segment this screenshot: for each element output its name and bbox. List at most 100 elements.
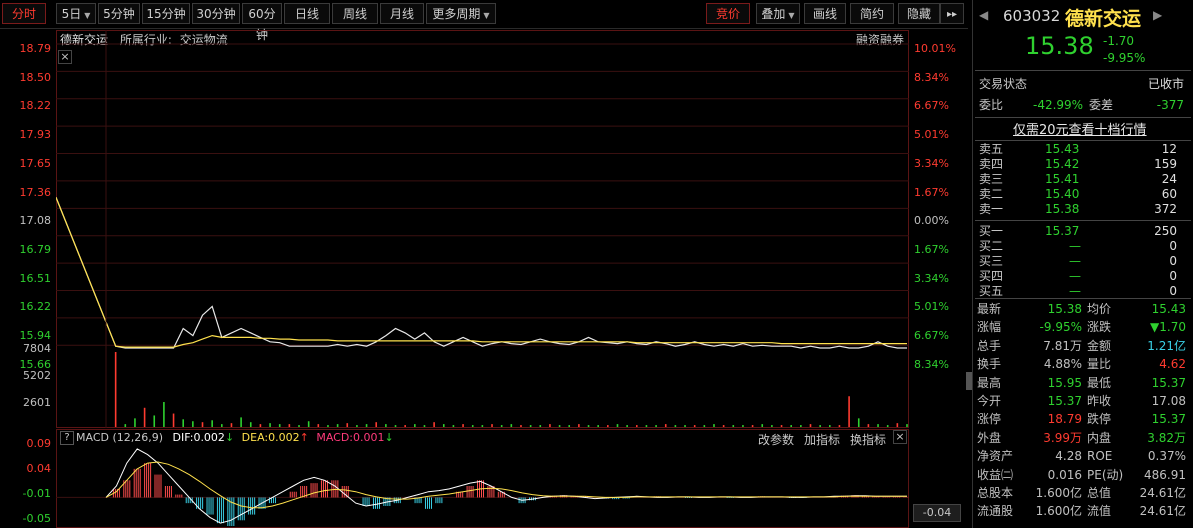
pct-tick-label: 1.67% <box>914 185 949 199</box>
volume-bar <box>423 425 426 427</box>
orderbook-price: — <box>1069 239 1081 253</box>
more-periods-dropdown[interactable]: 更多周期 ▼ <box>426 3 496 24</box>
button-label: 叠加 <box>761 7 786 21</box>
price-tick-label: 16.79 <box>19 242 52 256</box>
stat-label: 总手 <box>977 338 1002 353</box>
volume-bar <box>732 425 735 427</box>
orderbook-row[interactable]: 卖二 15.40 60 <box>977 187 1191 202</box>
volume-bar <box>249 422 252 427</box>
macd-tick-label: -0.01 <box>22 487 51 500</box>
orderbook-price: 15.41 <box>1045 172 1080 186</box>
price-tick-label: 18.22 <box>19 99 52 113</box>
volume-bar <box>549 424 551 427</box>
tab-5day[interactable]: 5日 ▼ <box>56 3 96 24</box>
volume-bar <box>838 425 841 427</box>
orderbook-level: 买四 <box>979 269 1004 283</box>
tab-5min[interactable]: 5分钟 <box>98 3 140 24</box>
stat-label: 收益㈡ <box>977 467 1014 482</box>
orderbook-row[interactable]: 买一 15.37 250 <box>977 224 1191 239</box>
tab-label: 月线 <box>389 7 414 21</box>
orderbook-row[interactable]: 买三 — 0 <box>977 254 1191 269</box>
price-line <box>56 197 907 349</box>
draw-line-button[interactable]: 画线 <box>804 3 846 24</box>
pct-tick-label: 3.34% <box>914 271 949 285</box>
stat-label: 流值 <box>1087 504 1112 519</box>
next-stock-icon[interactable]: ▶ <box>1153 8 1162 22</box>
overlay-dropdown[interactable]: 叠加 ▼ <box>756 3 800 24</box>
volume-bar <box>819 425 821 427</box>
auction-button[interactable]: 竞价 <box>706 3 750 24</box>
tab-15min[interactable]: 15分钟 <box>142 3 190 24</box>
stat-label: 内盘 <box>1087 430 1112 445</box>
orderbook-price: — <box>1069 284 1081 298</box>
orderbook-row[interactable]: 卖一 15.38 372 <box>977 202 1191 217</box>
volume-bar <box>742 425 744 427</box>
pct-tick-label: 8.34% <box>914 357 949 371</box>
volume-bar <box>394 425 397 427</box>
volume-bar <box>356 425 358 427</box>
price-tick-label: 17.36 <box>19 185 52 199</box>
volume-bar <box>529 425 532 427</box>
volume-bar <box>587 425 590 427</box>
volume-bar <box>192 421 194 427</box>
volume-bar <box>578 424 580 427</box>
macd-chart[interactable] <box>56 444 909 528</box>
tab-label: 更多周期 <box>432 7 481 21</box>
expand-arrows-icon[interactable]: ▸▸ <box>940 3 964 24</box>
volume-bar <box>298 425 300 427</box>
prev-stock-icon[interactable]: ◀ <box>979 8 988 22</box>
volume-bar <box>645 425 648 427</box>
stats-row: 涨停 18.79 跌停 15.37 <box>973 410 1193 428</box>
volume-bar <box>124 424 127 427</box>
wc-value: -377 <box>1156 98 1184 112</box>
close-icon[interactable]: × <box>893 430 907 444</box>
hide-button[interactable]: 隐藏 <box>898 3 940 24</box>
volume-bar <box>539 425 542 427</box>
orderbook-row[interactable]: 卖三 15.41 24 <box>977 172 1191 187</box>
price-volume-chart[interactable] <box>56 30 909 428</box>
stat-label: 跌停 <box>1087 412 1112 427</box>
macd-title: MACD (12,26,9) <box>76 431 164 444</box>
tab-daily[interactable]: 日线 <box>284 3 330 24</box>
stat-label: 最新 <box>977 302 1002 316</box>
tab-30min[interactable]: 30分钟 <box>192 3 240 24</box>
volume-bar <box>230 423 233 427</box>
arrows-glyph: ▸▸ <box>946 9 958 20</box>
orderbook-volume: 12 <box>1161 142 1177 156</box>
orderbook-row[interactable]: 买二 — 0 <box>977 239 1191 254</box>
orderbook-volume: 0 <box>1169 254 1177 268</box>
orderbook-row[interactable]: 卖四 15.42 159 <box>977 157 1191 172</box>
tab-monthly[interactable]: 月线 <box>380 3 424 24</box>
volume-bar <box>655 425 657 427</box>
stock-name: 德新交运 <box>1065 8 1142 30</box>
volume-bar <box>790 425 792 427</box>
volume-bar <box>664 424 667 427</box>
orderbook-level: 卖二 <box>979 187 1004 201</box>
stat-value: 3.99万 <box>1043 430 1082 445</box>
stat-label: 量比 <box>1087 357 1112 372</box>
level2-promo-link[interactable]: 仅需20元查看十档行情 <box>1013 119 1147 138</box>
help-icon[interactable]: ? <box>60 431 74 445</box>
dea-arrow-icon: ↑ <box>299 431 309 444</box>
volume-bar <box>703 425 706 427</box>
tab-60min[interactable]: 60分钟 <box>242 3 282 42</box>
tab-weekly[interactable]: 周线 <box>332 3 378 24</box>
volume-tick-label: 5202 <box>23 369 51 382</box>
last-price: 15.38 <box>1025 32 1094 60</box>
orderbook-level: 卖三 <box>979 172 1004 186</box>
orderbook-row[interactable]: 买五 — 0 <box>977 284 1191 299</box>
orderbook-level: 卖四 <box>979 157 1004 171</box>
orderbook-volume: 60 <box>1161 187 1177 201</box>
orderbook-row[interactable]: 卖五 15.43 12 <box>977 142 1191 157</box>
tab-intraday[interactable]: 分时 <box>2 3 46 24</box>
simple-mode-button[interactable]: 简约 <box>850 3 894 24</box>
orderbook-price: 15.40 <box>1045 187 1080 201</box>
macd-arrow-icon: ↓ <box>384 431 394 444</box>
orderbook-row[interactable]: 买四 — 0 <box>977 269 1191 284</box>
stat-value: 15.37 <box>1151 412 1186 427</box>
stat-value: 486.91 <box>1144 467 1186 482</box>
volume-bar <box>327 425 329 427</box>
macd-tick-label: 0.09 <box>26 437 52 450</box>
volume-bar <box>462 424 464 427</box>
status-value: 已收市 <box>1147 77 1184 91</box>
